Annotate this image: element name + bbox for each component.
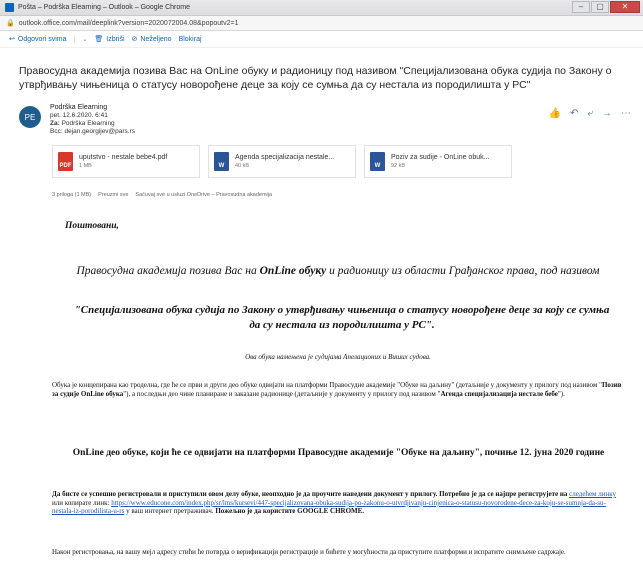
- greeting: Поштовани,: [65, 221, 119, 231]
- attachment-size: 92 kB: [391, 163, 406, 169]
- pdf-file-icon: PDF: [58, 152, 73, 171]
- course-title: "Специјализована обука судија по Закону …: [74, 304, 610, 331]
- outlook-app-icon: [5, 3, 14, 12]
- bcc-label: Bcc:: [50, 128, 63, 135]
- para-text: ").: [557, 389, 565, 398]
- block-button[interactable]: Blokiraj: [179, 36, 202, 43]
- para-bold: Да бисте се успешно регистровали и прист…: [52, 490, 570, 498]
- url-text[interactable]: outlook.office.com/mail/deeplink?version…: [19, 20, 239, 27]
- online-heading: OnLine део обуке, који ће се одвијати на…: [72, 448, 605, 458]
- more-options-icon[interactable]: ⋯: [621, 108, 631, 119]
- attachment-card[interactable]: W Agenda specijalizacija nestale... 40 k…: [208, 145, 356, 178]
- para-bold: Пожељно је да користите GOOGLE CHROME.: [215, 507, 365, 516]
- minimize-button[interactable]: –: [572, 1, 590, 13]
- chevron-down-icon[interactable]: ⌄: [82, 36, 87, 43]
- save-onedrive-link[interactable]: Sačuvaj sve u usluzi OneDrive – Pravosud…: [135, 192, 272, 198]
- attachment-count: 3 priloga (1 MB): [52, 192, 92, 198]
- delete-label: Izbriši: [106, 35, 125, 43]
- trash-icon: 🗑: [94, 36, 104, 43]
- message-actions: 👍 ↶ ⤶ → ⋯: [549, 108, 631, 119]
- forward-icon[interactable]: →: [602, 108, 612, 119]
- address-bar[interactable]: 🔒 outlook.office.com/mail/deeplink?versi…: [0, 16, 643, 31]
- sender-name[interactable]: Podrška Elearning: [50, 104, 135, 112]
- paragraph-registration: Да бисте се успешно регистровали и прист…: [52, 490, 625, 516]
- block-label: Blokiraj: [178, 35, 202, 43]
- attachment-card[interactable]: W Poziv za sudije - OnLine obuk... 92 kB: [364, 145, 512, 178]
- junk-button[interactable]: ⊘ Neželjeno: [131, 35, 172, 44]
- message-date: pet. 12.6.2020. 6:41: [50, 112, 108, 119]
- toolbar-divider: |: [73, 35, 76, 43]
- window-titlebar: Pošta – Podrška Elearning – Outlook – Go…: [0, 0, 643, 16]
- window-controls: – ▢ ✕: [572, 1, 640, 13]
- attachment-list: PDF uputstvo - nestale bebe4.pdf 1 MB W …: [52, 145, 512, 178]
- like-icon[interactable]: 👍: [549, 108, 561, 119]
- close-button[interactable]: ✕: [610, 1, 640, 13]
- paragraph-verification: Након регистровања, на вашу мејл адресу …: [52, 548, 566, 556]
- word-file-icon: W: [370, 152, 385, 171]
- reply-all-icon: ↩: [9, 36, 15, 43]
- bcc-value: dejan.georgijev@pars.rs: [64, 128, 136, 135]
- registration-link[interactable]: следећем линку: [569, 490, 616, 498]
- para-bold: Агенда специјализација нестале бебе: [440, 389, 558, 398]
- attachment-name: uputstvo - nestale bebe4.pdf: [79, 154, 168, 161]
- reply-icon[interactable]: ↶: [570, 108, 578, 119]
- reply-all-icon[interactable]: ⤶: [587, 108, 593, 119]
- to-value: Podrška Elearning: [61, 120, 115, 127]
- intro-text: и радионицу из области Грађанског права,…: [326, 265, 600, 277]
- attachment-name: Poziv za sudije - OnLine obuk...: [391, 154, 490, 161]
- para-text: Обука је концепирана као троделна, где ћ…: [52, 381, 602, 389]
- block-circle-icon: ⊘: [131, 36, 138, 43]
- junk-label: Neželjeno: [140, 35, 172, 43]
- attachment-size: 1 MB: [79, 163, 92, 169]
- window-title: Pošta – Podrška Elearning – Outlook – Go…: [18, 4, 190, 11]
- intro-text: Правосудна академија позива Вас на: [76, 265, 260, 277]
- message-subject: Правосудна академија позива Вас на OnLin…: [19, 65, 612, 91]
- attachment-summary: 3 priloga (1 MB) Preuzmi sve Sačuvaj sve…: [52, 192, 272, 198]
- attachment-size: 40 kB: [235, 163, 250, 169]
- reply-all-label: Odgovori svima: [17, 35, 67, 43]
- reply-all-button[interactable]: ↩ Odgovori svima: [9, 35, 67, 44]
- sender-avatar[interactable]: PE: [19, 106, 41, 128]
- sender-info: Podrška Elearning pet. 12.6.2020. 6:41 Z…: [50, 104, 135, 136]
- para-text: или копирате линк:: [52, 498, 112, 507]
- word-file-icon: W: [214, 152, 229, 171]
- para-text: "), а последњи део чине планиране и зака…: [123, 389, 441, 398]
- lock-icon: 🔒: [6, 20, 15, 27]
- paragraph-structure: Обука је концепирана као троделна, где ћ…: [52, 381, 625, 398]
- to-label: Za:: [50, 120, 60, 127]
- para-text: у ваш интернет претраживач.: [124, 507, 216, 516]
- attachment-name: Agenda specijalizacija nestale...: [235, 154, 335, 161]
- intended-audience: Ова обука намењена је судијама Апелацион…: [245, 353, 431, 361]
- intro-bold: OnLine обуку: [259, 265, 327, 277]
- download-all-link[interactable]: Preuzmi sve: [98, 192, 128, 198]
- intro-line: Правосудна академија позива Вас на OnLin…: [58, 265, 618, 277]
- message-toolbar: ↩ Odgovori svima | ⌄ 🗑 Izbriši ⊘ Neželje…: [0, 31, 643, 48]
- maximize-button[interactable]: ▢: [591, 1, 609, 13]
- attachment-card[interactable]: PDF uputstvo - nestale bebe4.pdf 1 MB: [52, 145, 200, 178]
- delete-button[interactable]: 🗑 Izbriši: [94, 35, 125, 44]
